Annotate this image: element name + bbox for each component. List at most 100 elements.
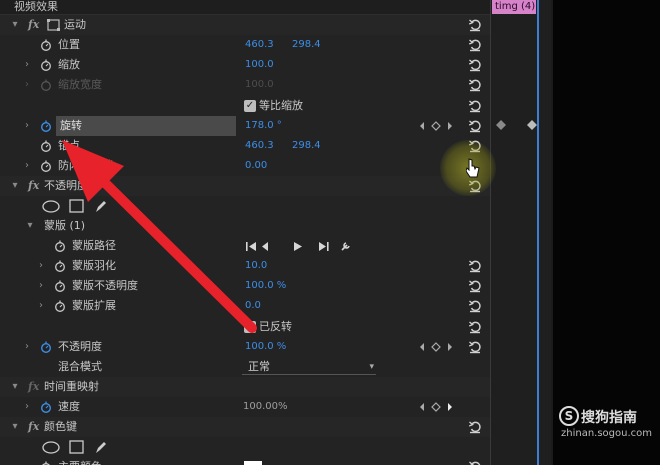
chevron-right-icon[interactable]: › xyxy=(22,55,32,75)
value-x[interactable]: 460.3 xyxy=(245,136,274,156)
reset-icon[interactable] xyxy=(468,18,482,32)
stopwatch-icon[interactable] xyxy=(40,401,52,413)
property-row-speed[interactable]: › 速度 100.00% xyxy=(0,397,490,417)
ellipse-mask-icon[interactable] xyxy=(42,441,60,454)
mask-tools-row xyxy=(0,196,490,216)
value-y[interactable]: 298.4 xyxy=(292,136,321,156)
property-row-anchor[interactable]: 锚点 460.3 298.4 xyxy=(0,136,490,156)
chevron-down-icon[interactable]: ▾ xyxy=(10,176,20,196)
keyframe-navigator[interactable] xyxy=(418,402,458,412)
stopwatch-icon[interactable] xyxy=(40,120,52,132)
stopwatch-icon[interactable] xyxy=(54,260,66,272)
property-row-mask-feather[interactable]: › 蒙版羽化 10.0 xyxy=(0,256,490,276)
value[interactable]: 178.0 ° xyxy=(245,116,282,136)
chevron-down-icon[interactable]: ▾ xyxy=(25,216,35,236)
mini-timeline[interactable] xyxy=(491,0,551,465)
property-row-position[interactable]: 位置 460.3 298.4 xyxy=(0,35,490,55)
property-row-rotation[interactable]: › 旋转 178.0 ° xyxy=(0,116,490,136)
uniform-scale-checkbox[interactable]: ✓ xyxy=(244,100,256,112)
reset-icon[interactable] xyxy=(468,279,482,293)
fx-badge[interactable]: fx xyxy=(28,15,39,35)
timeline-clip[interactable]: timg (4). xyxy=(492,0,536,14)
property-row-blend-mode[interactable]: 混合模式 正常 ▾ xyxy=(0,357,490,377)
reset-icon[interactable] xyxy=(468,420,482,434)
value[interactable]: 0.0 xyxy=(245,296,261,316)
property-row-mask-path[interactable]: 蒙版路径 xyxy=(0,236,490,256)
effect-group-opacity[interactable]: ▾ fx 不透明度 xyxy=(0,176,490,196)
property-row-mask-opacity[interactable]: › 蒙版不透明度 100.0 % xyxy=(0,276,490,296)
pen-mask-icon[interactable] xyxy=(94,440,108,454)
chevron-down-icon[interactable]: ▾ xyxy=(10,377,20,397)
value[interactable]: 100.00% xyxy=(243,397,288,417)
property-row-antiflicker[interactable]: › 防闪烁滤镜 0.00 xyxy=(0,156,490,176)
blend-mode-select[interactable]: 正常 ▾ xyxy=(242,359,376,375)
pen-mask-icon[interactable] xyxy=(94,199,108,213)
stopwatch-icon[interactable] xyxy=(40,160,52,172)
chevron-right-icon[interactable]: › xyxy=(22,337,32,357)
fx-badge[interactable]: fx xyxy=(28,176,39,196)
property-row-mask-expansion[interactable]: › 蒙版扩展 0.0 xyxy=(0,296,490,316)
value[interactable]: 0.00 xyxy=(245,156,267,176)
stopwatch-icon[interactable] xyxy=(40,59,52,71)
reset-icon[interactable] xyxy=(468,259,482,273)
mask-group[interactable]: ▾ 蒙版 (1) xyxy=(0,216,490,236)
effect-group-motion[interactable]: ▾ fx 运动 xyxy=(0,15,490,35)
property-label: 蒙版羽化 xyxy=(72,259,116,272)
value[interactable]: 100.0 % xyxy=(245,337,286,357)
mask-track-controls[interactable] xyxy=(246,241,356,252)
stopwatch-icon[interactable] xyxy=(40,39,52,51)
ellipse-mask-icon[interactable] xyxy=(42,200,60,213)
inverted-checkbox[interactable]: ✓ xyxy=(244,321,256,333)
keyframe-navigator[interactable] xyxy=(418,342,458,352)
keyframe-diamond-icon[interactable] xyxy=(496,120,506,130)
chevron-down-icon[interactable]: ▾ xyxy=(10,417,20,437)
value[interactable]: 100.0 xyxy=(245,55,274,75)
stopwatch-icon[interactable] xyxy=(40,461,52,465)
stopwatch-icon[interactable] xyxy=(40,341,52,353)
value-x[interactable]: 460.3 xyxy=(245,35,274,55)
value[interactable]: 100.0 % xyxy=(245,276,286,296)
reset-icon[interactable] xyxy=(468,99,482,113)
property-label: 混合模式 xyxy=(58,360,102,373)
effect-label: 不透明度 xyxy=(44,179,88,192)
chevron-right-icon[interactable]: › xyxy=(36,296,46,316)
stopwatch-icon[interactable] xyxy=(40,140,52,152)
color-swatch[interactable] xyxy=(244,461,262,465)
chevron-right-icon[interactable]: › xyxy=(22,116,32,136)
fx-badge[interactable]: fx xyxy=(28,377,39,397)
reset-icon[interactable] xyxy=(468,320,482,334)
transform-icon xyxy=(47,19,60,31)
rectangle-mask-icon[interactable] xyxy=(69,199,84,213)
chevron-right-icon[interactable]: › xyxy=(36,276,46,296)
effect-group-time-remap[interactable]: ▾ fx 时间重映射 xyxy=(0,377,490,397)
reset-icon[interactable] xyxy=(468,58,482,72)
reset-icon[interactable] xyxy=(468,119,482,133)
property-row-scale[interactable]: › 缩放 100.0 xyxy=(0,55,490,75)
property-label: 主要颜色 xyxy=(58,457,102,465)
fx-badge[interactable]: fx xyxy=(28,417,39,437)
property-row-opacity[interactable]: › 不透明度 100.0 % xyxy=(0,337,490,357)
stopwatch-icon[interactable] xyxy=(54,280,66,292)
chevron-right-icon[interactable]: › xyxy=(36,256,46,276)
chevron-down-icon[interactable]: ▾ xyxy=(10,15,20,35)
stopwatch-icon[interactable] xyxy=(54,240,66,252)
value[interactable]: 10.0 xyxy=(245,256,267,276)
reset-icon[interactable] xyxy=(468,78,482,92)
chevron-right-icon[interactable]: › xyxy=(22,397,32,417)
keyframe-navigator[interactable] xyxy=(418,121,458,131)
reset-icon[interactable] xyxy=(468,38,482,52)
reset-icon[interactable] xyxy=(468,299,482,313)
chevron-right-icon[interactable]: › xyxy=(22,156,32,176)
stopwatch-icon[interactable] xyxy=(54,300,66,312)
property-row-inverted[interactable]: ✓ 已反转 xyxy=(0,317,490,337)
reset-icon[interactable] xyxy=(468,340,482,354)
effect-group-color-key[interactable]: ▾ fx 颜色键 xyxy=(0,417,490,437)
keyframe-diamond-icon[interactable] xyxy=(527,120,537,130)
reset-icon[interactable] xyxy=(468,460,482,465)
value-y[interactable]: 298.4 xyxy=(292,35,321,55)
property-row-uniform-scale[interactable]: ✓ 等比缩放 xyxy=(0,96,490,116)
playhead[interactable] xyxy=(537,0,539,465)
property-row-key-color[interactable]: 主要颜色 xyxy=(0,457,490,465)
rectangle-mask-icon[interactable] xyxy=(69,440,84,454)
chevron-down-icon: ▾ xyxy=(369,362,374,372)
